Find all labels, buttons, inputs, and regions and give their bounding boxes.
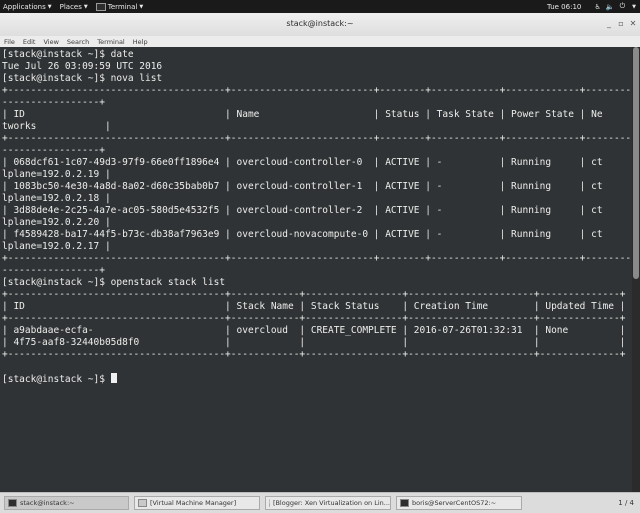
terminal-icon: [8, 499, 17, 507]
task-label: [Blogger: Xen Virtualization on Lin...: [272, 499, 390, 507]
task-label: [Virtual Machine Manager]: [150, 499, 237, 507]
applications-menu[interactable]: Applications ▼: [0, 0, 56, 13]
menu-view[interactable]: View: [39, 38, 62, 46]
terminal-line: | 1083bc50-4e30-4a8d-8a02-d60c35bab0b7 |…: [2, 180, 603, 192]
applications-label: Applications: [3, 2, 46, 11]
terminal-line: | 068dcf61-1c07-49d3-97f9-66e0ff1896e4 |…: [2, 156, 603, 168]
clock-label: Tue 06:10: [547, 2, 582, 11]
terminal-line: lplane=192.0.2.17 |: [2, 240, 111, 252]
terminal-line: Tue Jul 26 03:09:59 UTC 2016: [2, 60, 163, 72]
menu-edit[interactable]: Edit: [19, 38, 40, 46]
clock[interactable]: Tue 06:10: [543, 0, 585, 13]
text-cursor: [110, 372, 117, 383]
window-titlebar[interactable]: stack@instack:~ _ ▫ ✕: [0, 13, 640, 37]
chevron-down-icon: ▼: [47, 3, 52, 10]
terminal-icon: [95, 2, 106, 11]
terminal-output: [stack@instack ~]$ date Tue Jul 26 03:09…: [2, 49, 632, 386]
terminal-prompt: [stack@instack ~]$: [2, 373, 111, 385]
places-menu[interactable]: Places ▼: [56, 0, 92, 13]
terminal-line: tworks |: [2, 120, 111, 132]
terminal-line: [stack@instack ~]$ nova list: [2, 72, 163, 84]
terminal-scrollbar[interactable]: [632, 47, 640, 492]
accessibility-icon[interactable]: ♿: [595, 3, 601, 11]
terminal-line: lplane=192.0.2.20 |: [2, 216, 111, 228]
terminal-line: | ID | Stack Name | Stack Status | Creat…: [2, 300, 626, 312]
terminal-line: +--------------------------------------+…: [2, 312, 626, 324]
task-terminal[interactable]: stack@instack:~: [4, 496, 129, 510]
terminal-app-label: Terminal: [107, 2, 138, 11]
window-title: stack@instack:~: [286, 19, 354, 28]
minimize-button[interactable]: _: [604, 19, 614, 29]
menu-search[interactable]: Search: [63, 38, 93, 46]
terminal-line: -----------------+: [2, 144, 105, 156]
top-panel: Applications ▼ Places ▼ Terminal ▼ Tue 06:1…: [0, 0, 640, 13]
scrollbar-thumb[interactable]: [633, 47, 639, 279]
chevron-down-icon[interactable]: ▼: [632, 4, 636, 10]
terminal-line: +--------------------------------------+…: [2, 252, 632, 264]
task-terminal-2[interactable]: boris@ServerCentOS72:~: [396, 496, 522, 510]
terminal-line: +--------------------------------------+…: [2, 132, 632, 144]
terminal-line: +--------------------------------------+…: [2, 288, 626, 300]
power-icon[interactable]: ⏻: [620, 2, 626, 11]
terminal-icon: [400, 499, 409, 507]
terminal-line: | 4f75-aaf8-32440b05d8f0 | | | | |: [2, 336, 626, 348]
menubar: File Edit View Search Terminal Help: [0, 36, 640, 47]
terminal-line: | f4589428-ba17-44f5-b73c-db38af7963e9 |…: [2, 228, 603, 240]
virt-manager-icon: [138, 499, 147, 507]
terminal-line: lplane=192.0.2.18 |: [2, 192, 111, 204]
terminal-line: [stack@instack ~]$ date: [2, 49, 134, 60]
chevron-down-icon: ▼: [83, 3, 88, 10]
menu-help[interactable]: Help: [129, 38, 152, 46]
task-virt-manager[interactable]: [Virtual Machine Manager]: [134, 496, 260, 510]
terminal-line: | a9abdaae-ecfa- | overcloud | CREATE_CO…: [2, 324, 626, 336]
terminal-line: -----------------+: [2, 264, 105, 276]
task-label: stack@instack:~: [20, 499, 75, 507]
system-tray[interactable]: ♿ 🔈 ⏻ ▼: [595, 0, 636, 13]
chevron-down-icon: ▼: [139, 3, 144, 10]
terminal-line: [stack@instack ~]$ openstack stack list: [2, 276, 226, 288]
firefox-icon: [269, 499, 270, 507]
close-button[interactable]: ✕: [628, 19, 638, 29]
task-firefox[interactable]: [Blogger: Xen Virtualization on Lin...: [265, 496, 391, 510]
terminal-line: | 3d88de4e-2c25-4a7e-ac05-580d5e4532f5 |…: [2, 204, 603, 216]
places-label: Places: [59, 2, 82, 11]
menu-terminal[interactable]: Terminal: [93, 38, 128, 46]
terminal-area[interactable]: [stack@instack ~]$ date Tue Jul 26 03:09…: [0, 47, 632, 492]
terminal-app-menu[interactable]: Terminal ▼: [92, 0, 147, 13]
task-label: boris@ServerCentOS72:~: [412, 499, 497, 507]
terminal-line: +--------------------------------------+…: [2, 84, 632, 96]
terminal-line: lplane=192.0.2.19 |: [2, 168, 111, 180]
terminal-line: +--------------------------------------+…: [2, 348, 626, 360]
volume-icon[interactable]: 🔈: [606, 3, 615, 11]
terminal-line: -----------------+: [2, 96, 105, 108]
menu-file[interactable]: File: [0, 38, 19, 46]
terminal-line: | ID | Name | Status | Task State | Powe…: [2, 108, 603, 120]
workspace-switcher[interactable]: 1 / 4: [618, 499, 634, 507]
maximize-button[interactable]: ▫: [616, 19, 626, 29]
taskbar: stack@instack:~ [Virtual Machine Manager…: [0, 492, 640, 513]
